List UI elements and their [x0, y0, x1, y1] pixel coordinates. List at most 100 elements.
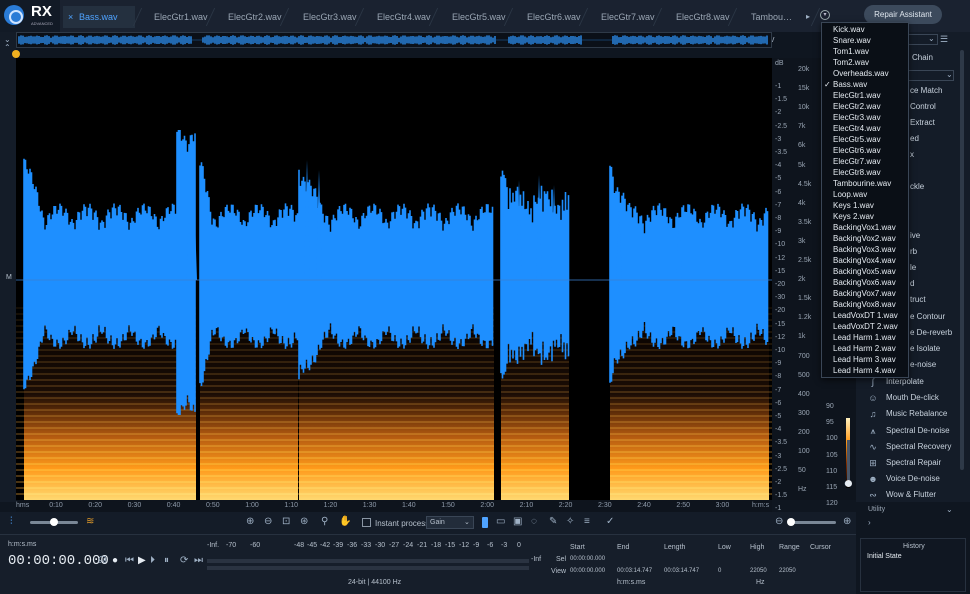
file-list-item[interactable]: Lead Harm 4.wav: [833, 366, 896, 375]
file-list-item[interactable]: BackingVox5.wav: [833, 267, 896, 276]
time-selection-tool-icon[interactable]: [482, 517, 488, 528]
tab-9[interactable]: Tambou…e.wav: [735, 6, 813, 44]
tab-8[interactable]: ElecGtr8.wav: [660, 6, 730, 28]
file-list-item[interactable]: BackingVox8.wav: [833, 300, 896, 309]
module-item[interactable]: rb: [910, 247, 917, 256]
view-length[interactable]: 00:03:14.747: [664, 568, 699, 574]
zoom-selection-icon[interactable]: ⊡: [282, 516, 290, 528]
file-list-item[interactable]: ElecGtr2.wav: [833, 102, 881, 111]
sel-start[interactable]: 00:00:00.000: [570, 556, 605, 562]
file-list-item[interactable]: ElecGtr1.wav: [833, 91, 881, 100]
horizontal-zoom-in-icon[interactable]: ⊕: [843, 516, 851, 528]
headphones-icon[interactable]: ☊: [98, 555, 107, 567]
module-item[interactable]: e De-reverb: [910, 328, 952, 337]
magnify-icon[interactable]: ⚲: [321, 516, 328, 528]
low-value[interactable]: 0: [718, 568, 721, 574]
file-list-item[interactable]: Kick.wav: [833, 25, 865, 34]
chevron-down-icon[interactable]: ⌄: [946, 504, 953, 516]
play-icon[interactable]: ▶: [138, 555, 146, 567]
horizontal-zoom-handle[interactable]: [787, 518, 795, 526]
file-list-item[interactable]: ElecGtr3.wav: [833, 113, 881, 122]
expand-icon[interactable]: ⌃: [4, 42, 11, 54]
file-list-item[interactable]: Keys 1.wav: [833, 201, 874, 210]
file-list-item[interactable]: BackingVox2.wav: [833, 234, 896, 243]
file-list-dropdown[interactable]: Kick.wav Snare.wav Tom1.wav Tom2.wav Overhea…: [821, 22, 909, 378]
module-item[interactable]: ckle: [910, 182, 924, 191]
module-item[interactable]: Mouth De-click: [886, 393, 939, 402]
file-list-item[interactable]: Loop.wav: [833, 190, 867, 199]
tab-2[interactable]: ElecGtr2.wav: [212, 6, 282, 28]
file-list-item[interactable]: Overheads.wav: [833, 69, 889, 78]
file-list-item[interactable]: ElecGtr4.wav: [833, 124, 881, 133]
file-list-item[interactable]: BackingVox4.wav: [833, 256, 896, 265]
module-item[interactable]: d: [910, 279, 914, 288]
module-item[interactable]: truct: [910, 295, 926, 304]
spectrogram-display[interactable]: [16, 58, 772, 500]
module-item[interactable]: le: [910, 263, 916, 272]
file-list-item[interactable]: ElecGtr6.wav: [833, 146, 881, 155]
file-list-item[interactable]: ElecGtr5.wav: [833, 135, 881, 144]
magic-wand-icon[interactable]: ✧: [566, 516, 574, 528]
module-item[interactable]: ive: [910, 231, 920, 240]
record-icon[interactable]: ●: [112, 555, 118, 567]
file-list-dropdown-button[interactable]: ▾: [820, 10, 830, 20]
module-item[interactable]: Control: [910, 102, 936, 111]
tab-7[interactable]: ElecGtr7.wav: [585, 6, 655, 28]
chevron-down-icon[interactable]: ⌄: [928, 33, 935, 45]
overview-waveform[interactable]: [16, 32, 772, 48]
file-list-item[interactable]: Tambourine.wav: [833, 179, 891, 188]
module-item[interactable]: Extract: [910, 118, 935, 127]
tab-6[interactable]: ElecGtr6.wav: [511, 6, 581, 28]
file-list-item[interactable]: Keys 2.wav: [833, 212, 874, 221]
waveform-view-icon[interactable]: ⫶: [10, 516, 13, 528]
blend-slider-handle[interactable]: [50, 518, 58, 526]
horizontal-zoom-out-icon[interactable]: ⊖: [775, 516, 783, 528]
tab-1[interactable]: ElecGtr1.wav: [138, 6, 208, 28]
tab-5[interactable]: ElecGtr5.wav: [436, 6, 506, 28]
tab-3[interactable]: ElecGtr3.wav: [287, 6, 357, 28]
module-item[interactable]: Interpolate: [886, 377, 924, 386]
view-end[interactable]: 00:03:14.747: [617, 568, 652, 574]
zoom-out-time-icon[interactable]: ⊖: [264, 516, 272, 528]
module-item[interactable]: Voice De-noise: [886, 474, 940, 483]
time-frequency-selection-icon[interactable]: ▣: [513, 516, 522, 528]
chevron-down-icon[interactable]: ⌄: [946, 69, 953, 81]
file-list-item[interactable]: LeadVoxDT 1.wav: [833, 311, 898, 320]
file-list-item[interactable]: BackingVox6.wav: [833, 278, 896, 287]
play-selection-icon[interactable]: ⏵: [150, 555, 155, 567]
file-list-item[interactable]: LeadVoxDT 2.wav: [833, 322, 898, 331]
file-list-item[interactable]: BackingVox7.wav: [833, 289, 896, 298]
module-menu-icon[interactable]: ☰: [940, 33, 948, 45]
expand-panel-icon[interactable]: ›: [868, 517, 871, 529]
vertical-zoom-handle[interactable]: [845, 480, 852, 487]
horizontal-zoom-slider[interactable]: [788, 521, 836, 524]
lasso-tool-icon[interactable]: ◌: [531, 516, 537, 528]
module-item[interactable]: e Isolate: [910, 344, 940, 353]
time-ruler[interactable]: hms 0:10 0:20 0:30 0:40 0:50 1:00 1:10 1:20 1:30 1…: [16, 500, 772, 512]
brush-tool-icon[interactable]: ✎: [549, 516, 557, 528]
file-list-item[interactable]: BackingVox1.wav: [833, 223, 896, 232]
vertical-zoom-slider[interactable]: [847, 440, 850, 480]
harmonic-selection-icon[interactable]: ≡: [584, 516, 590, 528]
file-list-item[interactable]: Lead Harm 2.wav: [833, 344, 896, 353]
module-item[interactable]: ed: [910, 134, 919, 143]
tab-4[interactable]: ElecGtr4.wav: [361, 6, 431, 28]
view-start[interactable]: 00:00:00.000: [570, 568, 605, 574]
more-tabs-icon[interactable]: ▸: [806, 11, 810, 23]
module-panel-scrollbar[interactable]: [960, 50, 964, 470]
spectrogram-view-icon[interactable]: ≋: [86, 516, 94, 528]
file-list-item[interactable]: Bass.wav: [833, 80, 867, 89]
history-item[interactable]: Initial State: [867, 553, 902, 560]
module-item[interactable]: e-noise: [910, 360, 936, 369]
module-item[interactable]: Spectral De-noise: [886, 426, 950, 435]
module-item[interactable]: e Contour: [910, 312, 945, 321]
range-value[interactable]: 22050: [779, 568, 796, 574]
close-tab-icon[interactable]: ×: [68, 6, 73, 28]
zoom-fit-icon[interactable]: ⊛: [300, 516, 308, 528]
pencil-tool-icon[interactable]: ✓: [606, 516, 614, 528]
frequency-selection-tool-icon[interactable]: ▭: [496, 516, 505, 528]
module-item[interactable]: Spectral Repair: [886, 458, 941, 467]
file-list-item[interactable]: Tom1.wav: [833, 47, 869, 56]
file-list-item[interactable]: ElecGtr8.wav: [833, 168, 881, 177]
playhead-marker-icon[interactable]: [12, 50, 20, 58]
